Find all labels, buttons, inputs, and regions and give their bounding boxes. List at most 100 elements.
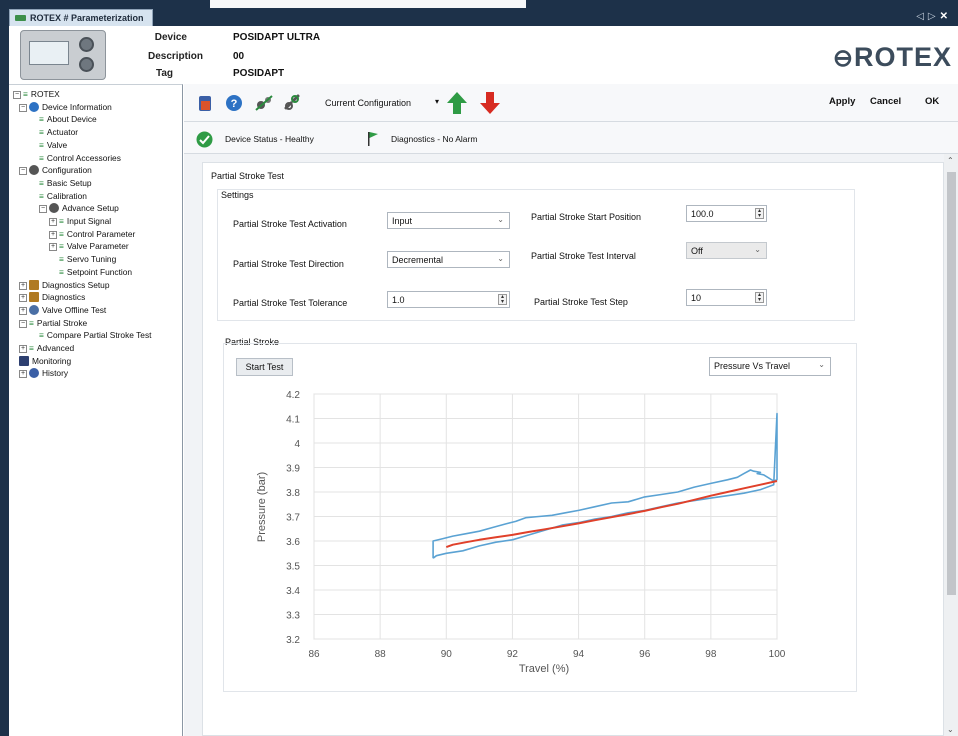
configuration-select[interactable]: Current Configuration ▾ bbox=[321, 94, 443, 112]
device-screen bbox=[29, 41, 69, 65]
plot-type-select[interactable]: Pressure Vs Travel ⌄ bbox=[709, 357, 831, 376]
logo-mark-icon: ⊖ bbox=[832, 45, 854, 72]
tree-item-diagnostics-setup[interactable]: + Diagnostics Setup bbox=[19, 279, 110, 291]
screen-icon bbox=[19, 355, 29, 366]
gear-icon bbox=[29, 165, 39, 176]
tree-item-label: Partial Stroke bbox=[36, 317, 88, 328]
tree-item-label: Setpoint Function bbox=[66, 266, 133, 277]
expand-icon[interactable]: + bbox=[49, 230, 57, 239]
tree-item-advanced[interactable]: + ≡ Advanced bbox=[19, 342, 74, 354]
device-value: POSIDAPT ULTRA bbox=[233, 32, 321, 43]
scrollbar-thumb[interactable] bbox=[947, 172, 956, 595]
tree-item-compare-partial-stroke-test[interactable]: ≡ Compare Partial Stroke Test bbox=[39, 329, 151, 341]
collapse-icon[interactable]: − bbox=[19, 103, 27, 112]
list-icon: ≡ bbox=[59, 266, 64, 277]
tree-item-label: Device Information bbox=[42, 101, 112, 112]
list-icon: ≡ bbox=[29, 343, 34, 353]
device-label: Device bbox=[154, 32, 187, 43]
tree-item-control-parameter[interactable]: + ≡ Control Parameter bbox=[49, 228, 135, 240]
tolerance-input[interactable]: 1.0 ▴ ▾ bbox=[387, 291, 510, 308]
spinner-icon[interactable]: ▴ ▾ bbox=[755, 292, 764, 303]
interval-value: Off bbox=[691, 246, 703, 256]
spinner-icon[interactable]: ▴ ▾ bbox=[755, 208, 764, 219]
rotex-logo: ⊖ROTEX bbox=[833, 42, 952, 73]
cancel-button[interactable]: Cancel bbox=[870, 96, 901, 107]
tree-item-rotex[interactable]: − ≡ ROTEX bbox=[13, 88, 60, 100]
partial-stroke-test-title: Partial Stroke Test bbox=[211, 171, 284, 181]
list-icon: ≡ bbox=[39, 177, 44, 188]
start-position-input[interactable]: 100.0 ▴ ▾ bbox=[686, 205, 767, 222]
step-input[interactable]: 10 ▴ ▾ bbox=[686, 289, 767, 306]
collapse-icon[interactable]: − bbox=[19, 167, 27, 176]
scroll-right-icon[interactable]: ▷ bbox=[928, 11, 940, 22]
ok-button[interactable]: OK bbox=[925, 96, 939, 107]
tree-item-history[interactable]: + History bbox=[19, 367, 68, 379]
interval-label: Partial Stroke Test Interval bbox=[531, 251, 636, 261]
tree-item-configuration[interactable]: − Configuration bbox=[19, 164, 92, 176]
close-icon[interactable]: ✕ bbox=[940, 11, 952, 22]
database-icon[interactable] bbox=[196, 93, 216, 113]
x-tick-label: 86 bbox=[308, 649, 320, 660]
tree-item-device-information[interactable]: − Device Information bbox=[19, 101, 112, 113]
activation-label: Partial Stroke Test Activation bbox=[233, 219, 347, 229]
collapse-icon[interactable]: − bbox=[19, 319, 27, 328]
spinner-icon[interactable]: ▴ ▾ bbox=[498, 294, 507, 305]
tree-item-label: Calibration bbox=[46, 190, 87, 201]
tree-item-valve-parameter[interactable]: + ≡ Valve Parameter bbox=[49, 240, 129, 252]
expand-icon[interactable]: + bbox=[19, 370, 27, 379]
chevron-down-icon: ⌄ bbox=[754, 245, 761, 254]
tree-item-setpoint-function[interactable]: ≡ Setpoint Function bbox=[59, 266, 132, 278]
tree-item-diagnostics[interactable]: + Diagnostics bbox=[19, 291, 85, 303]
vertical-scrollbar[interactable]: ⌃ ⌄ bbox=[944, 154, 958, 736]
device-knob bbox=[79, 57, 94, 72]
link-icon[interactable] bbox=[282, 93, 302, 113]
tree-item-about-device[interactable]: ≡ About Device bbox=[39, 113, 97, 125]
collapse-icon[interactable]: − bbox=[39, 205, 47, 214]
list-icon: ≡ bbox=[39, 152, 44, 163]
x-tick-label: 96 bbox=[639, 649, 651, 660]
collapse-icon[interactable]: − bbox=[13, 91, 21, 99]
tree-item-partial-stroke[interactable]: − ≡ Partial Stroke bbox=[19, 317, 87, 329]
step-value: 10 bbox=[691, 293, 702, 303]
scroll-up-icon[interactable]: ⌃ bbox=[947, 156, 954, 165]
tree-item-input-signal[interactable]: + ≡ Input Signal bbox=[49, 215, 111, 227]
tree-item-label: Valve bbox=[46, 139, 68, 150]
upload-arrow-icon[interactable] bbox=[446, 90, 468, 116]
scroll-down-icon[interactable]: ⌄ bbox=[947, 725, 954, 734]
x-tick-label: 98 bbox=[705, 649, 717, 660]
apply-button[interactable]: Apply bbox=[829, 96, 855, 107]
activation-select[interactable]: Input ⌄ bbox=[387, 212, 510, 229]
tree-item-calibration[interactable]: ≡ Calibration bbox=[39, 190, 87, 202]
tree-item-advance-setup[interactable]: − Advance Setup bbox=[39, 202, 119, 214]
start-test-button[interactable]: Start Test bbox=[236, 358, 293, 376]
help-icon[interactable]: ? bbox=[224, 93, 244, 113]
expand-icon[interactable]: + bbox=[49, 243, 57, 252]
tab-parameterization[interactable]: ROTEX # Parameterization bbox=[9, 9, 153, 26]
x-axis-label: Travel (%) bbox=[519, 663, 569, 675]
list-icon: ≡ bbox=[59, 216, 64, 226]
x-tick-label: 88 bbox=[375, 649, 387, 660]
expand-icon[interactable]: + bbox=[19, 306, 27, 315]
interval-select[interactable]: Off ⌄ bbox=[686, 242, 767, 259]
expand-icon[interactable]: + bbox=[49, 218, 57, 226]
direction-select[interactable]: Decremental ⌄ bbox=[387, 251, 510, 268]
scroll-left-icon[interactable]: ◁ bbox=[916, 11, 928, 22]
download-arrow-icon[interactable] bbox=[479, 90, 501, 116]
expand-icon[interactable]: + bbox=[19, 281, 27, 290]
pressure-travel-chart: 3.2 3.3 3.4 3.5 3.6 3.7 3.8 3.9 4 4.1 4.2 86 88 90 92 9… bbox=[256, 390, 786, 675]
tree-item-basic-setup[interactable]: ≡ Basic Setup bbox=[39, 177, 92, 189]
expand-icon[interactable]: + bbox=[19, 345, 27, 353]
tree-item-control-accessories[interactable]: ≡ Control Accessories bbox=[39, 152, 121, 164]
tree-item-valve[interactable]: ≡ Valve bbox=[39, 139, 67, 151]
app-icon bbox=[15, 15, 26, 21]
y-tick-label: 3.8 bbox=[286, 488, 300, 499]
expand-icon[interactable]: + bbox=[19, 294, 27, 303]
diagnostics-status-text: Diagnostics - No Alarm bbox=[391, 134, 478, 144]
tree-item-monitoring[interactable]: Monitoring bbox=[19, 355, 71, 367]
tree-item-actuator[interactable]: ≡ Actuator bbox=[39, 126, 78, 138]
chevron-down-icon: ⌄ bbox=[497, 215, 504, 224]
tree-item-valve-offline-test[interactable]: + Valve Offline Test bbox=[19, 304, 106, 316]
tree-item-label: Diagnostics Setup bbox=[42, 279, 110, 290]
connect-icon[interactable] bbox=[254, 93, 274, 113]
tree-item-servo-tuning[interactable]: ≡ Servo Tuning bbox=[59, 253, 116, 265]
